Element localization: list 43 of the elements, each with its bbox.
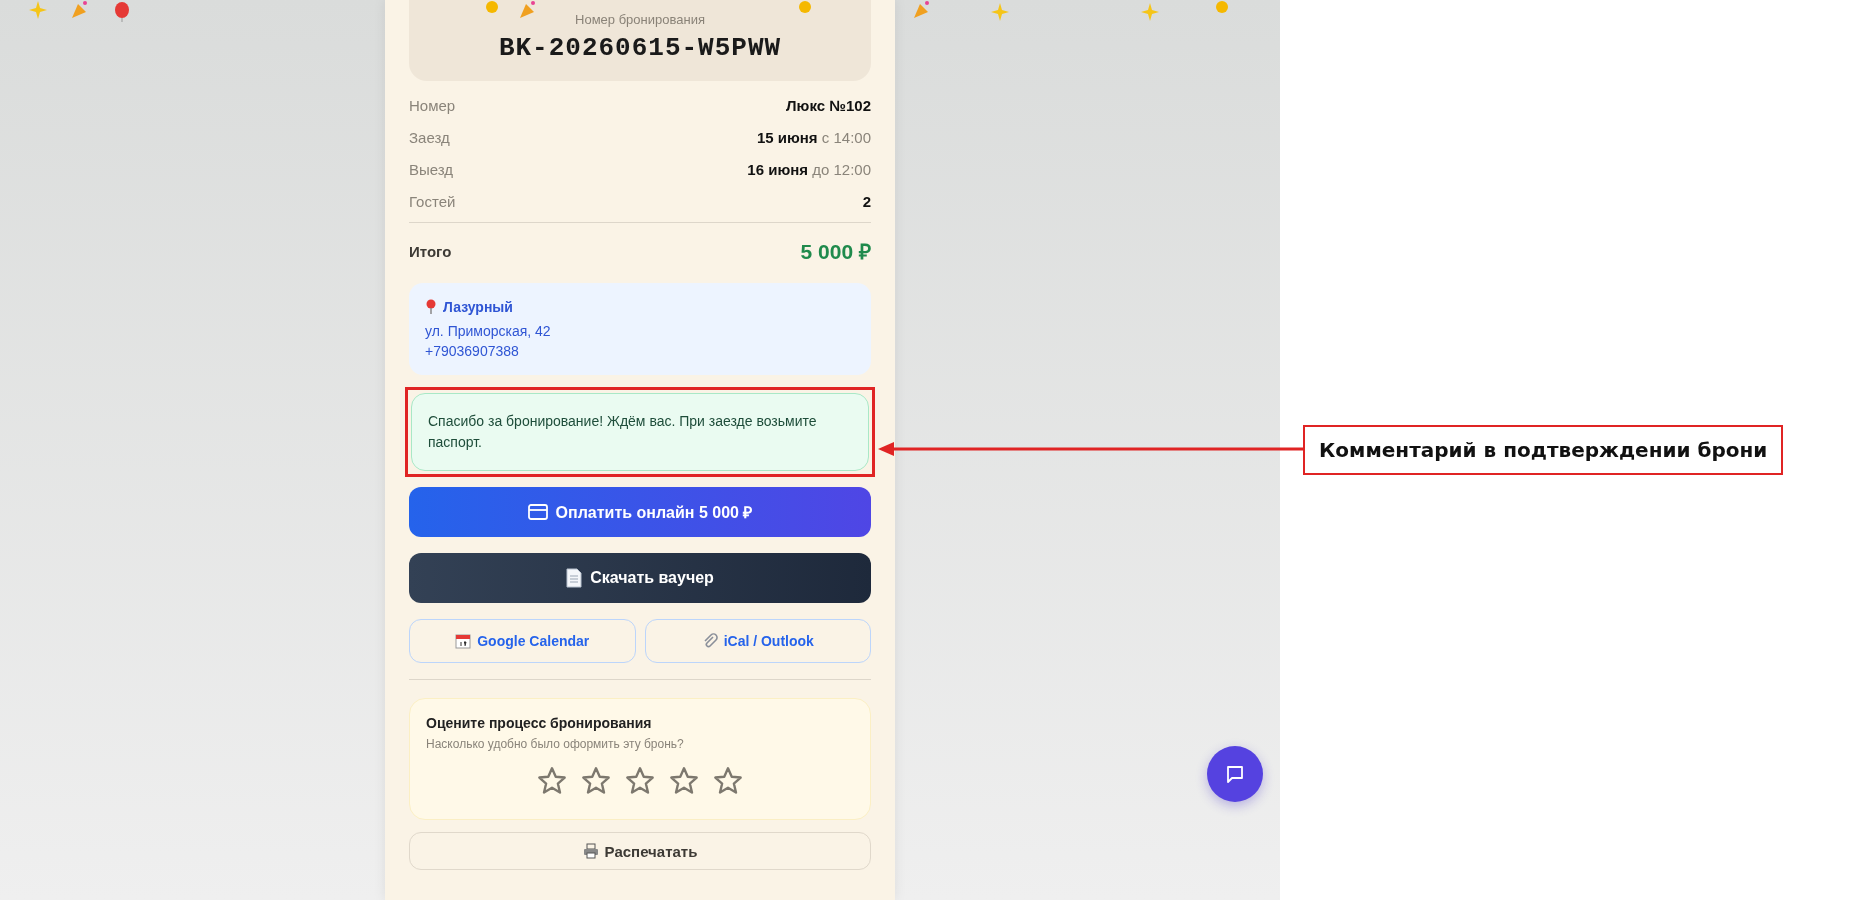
hotel-address: ул. Приморская, 42 xyxy=(425,323,552,339)
confetti-icon xyxy=(912,0,932,20)
booking-code-label: Номер бронирования xyxy=(575,12,705,27)
booking-comment: Спасибо за бронирование! Ждём вас. При заезде возьмите паспорт. xyxy=(411,393,869,471)
detail-label: Гостей xyxy=(409,193,456,210)
booking-code: BK-20260615-W5PWW xyxy=(498,33,782,63)
chat-bubble-icon xyxy=(1225,764,1245,784)
document-icon xyxy=(566,568,583,588)
add-to-calendar-button[interactable]: Google Calendar xyxy=(409,619,636,663)
detail-label: Выезд xyxy=(409,161,454,178)
add-to-calendar-button[interactable]: iCal / Outlook xyxy=(644,619,871,663)
confetti-icon xyxy=(518,0,538,20)
confetti-icon xyxy=(70,0,90,20)
credit-card-icon xyxy=(527,504,548,520)
download-voucher-button[interactable]: Скачать ваучер xyxy=(409,553,871,603)
hotel-phone: +79036907388 xyxy=(425,343,520,359)
pay-online-button[interactable]: Оплатить онлайн 5 000 ₽ xyxy=(409,487,871,537)
star-icon[interactable] xyxy=(712,765,744,797)
confetti-icon xyxy=(990,2,1010,22)
detail-label: Номер xyxy=(409,97,456,114)
pin-icon xyxy=(425,299,437,315)
hotel-name: Лазурный xyxy=(443,299,513,315)
detail-value: 15 июня с 14:00 xyxy=(756,129,871,146)
detail-label: Заезд xyxy=(409,129,450,146)
printer-icon xyxy=(582,843,599,859)
detail-value: 2 xyxy=(862,193,871,210)
star-icon[interactable] xyxy=(668,765,700,797)
confetti-icon xyxy=(28,0,48,20)
detail-value: 16 июня до 12:00 xyxy=(747,161,871,178)
star-icon[interactable] xyxy=(624,765,656,797)
rating-subtitle: Насколько удобно было оформить эту бронь? xyxy=(426,737,685,751)
annotation-label: Комментарий в подтверждении брони xyxy=(1303,425,1784,475)
calendar-icon xyxy=(455,633,472,649)
star-icon[interactable] xyxy=(580,765,612,797)
rating-title: Оцените процесс бронирования xyxy=(426,715,653,731)
confetti-icon xyxy=(112,2,132,22)
total-label: Итого xyxy=(409,242,452,260)
chat-button[interactable] xyxy=(1207,746,1263,802)
print-button[interactable]: Распечатать xyxy=(409,832,871,870)
confetti-icon xyxy=(1140,2,1160,22)
detail-value: Люкс №102 xyxy=(786,97,871,114)
total-price: 5 000 ₽ xyxy=(800,239,871,265)
star-icon[interactable] xyxy=(536,765,568,797)
